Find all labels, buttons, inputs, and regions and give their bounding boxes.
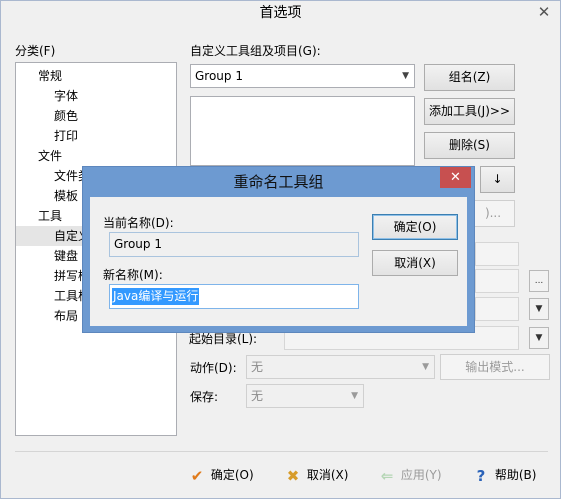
help-label: 帮助(B) xyxy=(494,468,537,482)
save-select[interactable]: 无 ▼ xyxy=(246,384,364,408)
dialog-title: 重命名工具组 xyxy=(233,173,324,191)
current-name-label: 当前名称(D): xyxy=(103,216,174,230)
new-name-label: 新名称(M): xyxy=(103,268,163,282)
parameter-field[interactable] xyxy=(475,297,519,321)
arrow-left-icon: ⇐ xyxy=(380,466,394,485)
close-icon[interactable]: ✕ xyxy=(440,167,471,188)
dialog-ok-button[interactable]: 确定(O) xyxy=(372,214,458,240)
action-value: 无 xyxy=(251,360,264,374)
help-button[interactable]: ? 帮助(B) xyxy=(471,463,537,487)
tree-item[interactable]: 打印 xyxy=(16,126,176,146)
chevron-down-icon: ▼ xyxy=(422,362,429,372)
cancel-label: 取消(X) xyxy=(306,468,349,482)
add-tool-button[interactable]: 添加工具(J)>> xyxy=(424,98,515,125)
tree-item[interactable]: 常规 xyxy=(16,66,176,86)
tree-item[interactable]: 字体 xyxy=(16,86,176,106)
apply-button[interactable]: ⇐ 应用(Y) xyxy=(377,463,442,487)
chevron-down-icon[interactable]: ▼ xyxy=(529,298,549,320)
new-name-input[interactable]: Java编译与运行 xyxy=(109,284,359,309)
action-label: 动作(D): xyxy=(190,361,237,375)
apply-label: 应用(Y) xyxy=(400,468,442,482)
browse-button[interactable]: ... xyxy=(529,270,549,292)
dialog-cancel-button[interactable]: 取消(X) xyxy=(372,250,458,276)
rename-dialog: 重命名工具组 ✕ 当前名称(D): Group 1 新名称(M): Java编译… xyxy=(82,166,475,333)
close-icon[interactable]: ✕ xyxy=(528,1,560,23)
output-mode-button[interactable]: 输出模式... xyxy=(440,354,550,380)
category-label: 分类(F) xyxy=(15,44,56,58)
group-select-value: Group 1 xyxy=(195,69,243,83)
current-name-field: Group 1 xyxy=(109,232,359,257)
group-select[interactable]: Group 1 ▼ xyxy=(190,64,415,88)
move-down-button[interactable]: ↓ xyxy=(480,166,515,193)
tool-item-list[interactable] xyxy=(190,96,415,166)
delete-button[interactable]: 删除(S) xyxy=(424,132,515,159)
chevron-down-icon: ▼ xyxy=(402,71,409,81)
tree-item[interactable]: 颜色 xyxy=(16,106,176,126)
checkmark-icon: ✔ xyxy=(190,466,204,485)
start-dir-label: 起始目录(L): xyxy=(189,332,258,346)
tree-item[interactable]: 文件 xyxy=(16,146,176,166)
cancel-button[interactable]: ✖ 取消(X) xyxy=(283,463,349,487)
question-icon: ? xyxy=(476,466,486,485)
arguments-field[interactable] xyxy=(475,269,519,293)
ok-label: 确定(O) xyxy=(210,468,254,482)
action-select[interactable]: 无 ▼ xyxy=(246,355,435,379)
chevron-down-icon[interactable]: ▼ xyxy=(529,327,549,349)
command-field[interactable] xyxy=(475,242,519,266)
new-name-selected-text: Java编译与运行 xyxy=(112,288,200,305)
group-name-button[interactable]: 组名(Z) xyxy=(424,64,515,91)
partially-hidden-button[interactable]: )... xyxy=(471,200,515,227)
ok-button[interactable]: ✔ 确定(O) xyxy=(187,463,254,487)
window-title: 首选项 xyxy=(1,1,560,29)
chevron-down-icon: ▼ xyxy=(351,391,358,401)
save-label: 保存: xyxy=(190,390,219,404)
save-value: 无 xyxy=(251,389,264,403)
dialog-body: 当前名称(D): Group 1 新名称(M): Java编译与运行 确定(O)… xyxy=(90,197,467,326)
groups-label: 自定义工具组及项目(G): xyxy=(190,44,321,58)
footer-divider xyxy=(15,451,548,452)
x-icon: ✖ xyxy=(286,466,300,485)
